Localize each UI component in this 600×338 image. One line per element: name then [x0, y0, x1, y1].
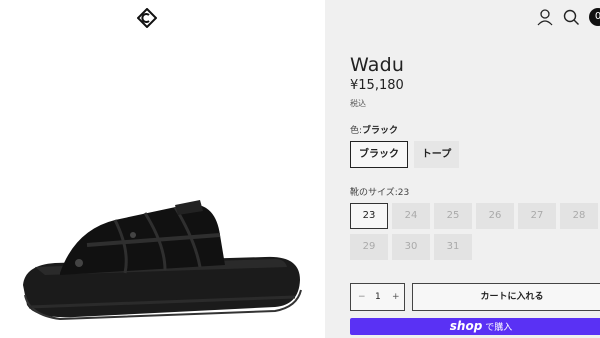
- shop-pay-button[interactable]: shop で購入: [350, 318, 600, 335]
- shop-pay-label: で購入: [485, 323, 513, 333]
- add-to-cart-button[interactable]: カートに入れる: [412, 283, 600, 311]
- size-option-26[interactable]: 26: [476, 203, 514, 229]
- product-price: ¥15,180: [350, 78, 404, 93]
- quantity-decrease-button[interactable]: −: [358, 292, 366, 302]
- color-option-label: 色:ブラック: [350, 126, 399, 136]
- shop-pay-logo: shop: [449, 319, 483, 333]
- size-option-label: 靴のサイズ:23: [350, 188, 410, 198]
- product-image: [23, 200, 302, 321]
- cart-count-badge[interactable]: 0: [589, 8, 600, 26]
- size-option-23[interactable]: 23: [350, 203, 388, 229]
- color-selected-value: ブラック: [362, 126, 399, 136]
- size-selected-value: 23: [397, 188, 410, 198]
- account-icon[interactable]: [536, 8, 554, 26]
- brand-logo-icon[interactable]: [137, 8, 157, 28]
- tax-note: 税込: [350, 99, 366, 108]
- quantity-stepper: − 1 +: [350, 283, 405, 311]
- quantity-value[interactable]: 1: [375, 292, 381, 302]
- size-option-27[interactable]: 27: [518, 203, 556, 229]
- product-title: Wadu: [350, 54, 405, 76]
- search-icon[interactable]: [562, 8, 580, 26]
- size-option-31[interactable]: 31: [434, 234, 472, 260]
- size-option-29[interactable]: 29: [350, 234, 388, 260]
- size-option-25[interactable]: 25: [434, 203, 472, 229]
- size-option-30[interactable]: 30: [392, 234, 430, 260]
- color-swatch-taupe[interactable]: トープ: [414, 141, 459, 168]
- quantity-increase-button[interactable]: +: [392, 292, 400, 302]
- color-swatch-black[interactable]: ブラック: [350, 141, 408, 168]
- size-option-24[interactable]: 24: [392, 203, 430, 229]
- product-image-panel: [0, 0, 325, 338]
- size-option-28[interactable]: 28: [560, 203, 598, 229]
